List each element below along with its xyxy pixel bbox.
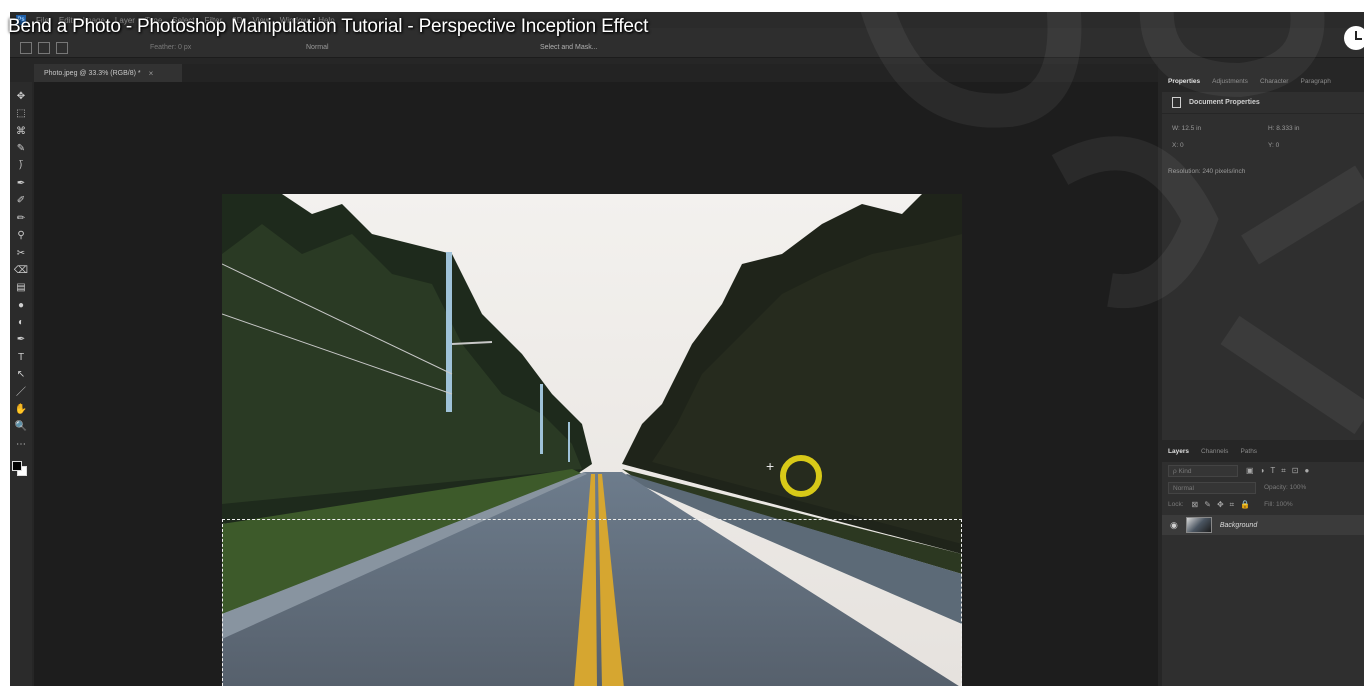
- marquee-tool-icon[interactable]: ⬚: [12, 105, 30, 122]
- size-row: W: 12.5 in H: 8.333 in: [1162, 120, 1364, 137]
- fill-field[interactable]: Fill: 100%: [1264, 501, 1293, 508]
- crop-tool-icon[interactable]: ⟌: [12, 158, 30, 175]
- document-properties-header: Document Properties: [1162, 92, 1364, 114]
- eye-icon[interactable]: ◉: [1170, 520, 1178, 531]
- document-properties-title: Document Properties: [1189, 99, 1260, 106]
- position-row: X: 0 Y: 0: [1162, 137, 1364, 154]
- zoom-tool-icon[interactable]: 🔍: [12, 418, 30, 435]
- more-tools-icon[interactable]: ⋯: [12, 436, 30, 453]
- quick-select-tool-icon[interactable]: ✎: [12, 140, 30, 157]
- stamp-tool-icon[interactable]: ⚲: [12, 227, 30, 244]
- tab-adjustments[interactable]: Adjustments: [1212, 78, 1248, 85]
- color-swatches[interactable]: [12, 457, 30, 481]
- select-and-mask-button[interactable]: Select and Mask...: [540, 44, 598, 51]
- document-tab-bar: Photo.jpeg @ 33.3% (RGB/8) * ×: [34, 64, 1158, 82]
- blur-tool-icon[interactable]: ●: [12, 297, 30, 314]
- tab-paths[interactable]: Paths: [1240, 448, 1257, 455]
- width-value[interactable]: W: 12.5 in: [1172, 125, 1268, 132]
- layer-filter-row: ρ Kind ▣◑T⌗⊡●: [1162, 462, 1364, 479]
- document-tab-label: Photo.jpeg @ 33.3% (RGB/8) *: [44, 69, 141, 77]
- hand-tool-icon[interactable]: ✋: [12, 401, 30, 418]
- healing-tool-icon[interactable]: ✐: [12, 192, 30, 209]
- close-icon[interactable]: ×: [149, 69, 154, 78]
- foreground-color-swatch[interactable]: [12, 461, 22, 472]
- history-brush-tool-icon[interactable]: ✂: [12, 245, 30, 262]
- type-tool-icon[interactable]: T: [12, 349, 30, 366]
- click-indicator: [780, 455, 822, 497]
- video-title: Bend a Photo - Photoshop Manipulation Tu…: [8, 16, 649, 37]
- new-selection-icon[interactable]: [20, 42, 32, 54]
- path-select-tool-icon[interactable]: ↖: [12, 366, 30, 383]
- layers-panel-tabs: Layers Channels Paths: [1162, 440, 1364, 462]
- gradient-tool-icon[interactable]: ▤: [12, 279, 30, 296]
- document-canvas[interactable]: +: [34, 82, 1158, 686]
- tab-channels[interactable]: Channels: [1201, 448, 1228, 455]
- photoshop-window: Ps File Edit Image Layer Type Select Fil…: [10, 12, 1364, 686]
- lasso-tool-icon[interactable]: ⌘: [12, 123, 30, 140]
- crosshair-cursor-icon: +: [766, 458, 775, 474]
- opacity-field[interactable]: Opacity: 100%: [1264, 484, 1306, 491]
- eraser-tool-icon[interactable]: ⌫: [12, 262, 30, 279]
- tab-character[interactable]: Character: [1260, 78, 1289, 85]
- lock-label: Lock:: [1168, 501, 1184, 508]
- blend-mode-select[interactable]: Normal: [1168, 481, 1256, 494]
- style-select[interactable]: Normal: [306, 44, 329, 51]
- y-value[interactable]: Y: 0: [1268, 142, 1364, 149]
- document-tab[interactable]: Photo.jpeg @ 33.3% (RGB/8) * ×: [34, 64, 182, 82]
- layer-filter-icons[interactable]: ▣◑T⌗⊡●: [1246, 466, 1315, 476]
- layer-thumbnail: [1185, 517, 1212, 533]
- move-tool-icon[interactable]: ✥: [12, 88, 30, 105]
- selection-mode-icons: [20, 42, 68, 54]
- layer-kind-filter[interactable]: ρ Kind: [1168, 464, 1238, 477]
- layers-panel: Layers Channels Paths ρ Kind ▣◑T⌗⊡● Norm…: [1162, 440, 1364, 686]
- document-icon: [1172, 97, 1181, 108]
- dodge-tool-icon[interactable]: ◐: [12, 314, 30, 331]
- subtract-selection-icon[interactable]: [56, 42, 68, 54]
- layer-controls: ρ Kind ▣◑T⌗⊡● Normal Opacity: 100% Lock:…: [1162, 462, 1364, 513]
- height-value[interactable]: H: 8.333 in: [1268, 125, 1364, 132]
- add-selection-icon[interactable]: [38, 42, 50, 54]
- selection-marquee[interactable]: [222, 519, 962, 686]
- feather-field[interactable]: Feather: 0 px: [150, 44, 191, 51]
- x-value[interactable]: X: 0: [1172, 142, 1268, 149]
- tab-layers[interactable]: Layers: [1168, 448, 1189, 455]
- tab-properties[interactable]: Properties: [1168, 78, 1200, 85]
- clock-icon[interactable]: [1344, 26, 1364, 50]
- properties-panel: Properties Adjustments Character Paragra…: [1162, 70, 1364, 442]
- lock-icons[interactable]: ⊠✎✥⌗🔒: [1192, 500, 1257, 510]
- line-tool-icon[interactable]: ／: [12, 384, 30, 401]
- tab-paragraph[interactable]: Paragraph: [1300, 78, 1330, 85]
- properties-panel-tabs: Properties Adjustments Character Paragra…: [1162, 70, 1364, 92]
- pen-tool-icon[interactable]: ✒: [12, 331, 30, 348]
- tools-panel: ✥ ⬚ ⌘ ✎ ⟌ ✒ ✐ ✏ ⚲ ✂ ⌫ ▤ ● ◐ ✒ T ↖ ／ ✋ 🔍 …: [10, 82, 32, 686]
- eyedropper-tool-icon[interactable]: ✒: [12, 175, 30, 192]
- blend-row: Normal Opacity: 100%: [1162, 479, 1364, 496]
- resolution-value: Resolution: 240 pixels/inch: [1168, 168, 1246, 175]
- brush-tool-icon[interactable]: ✏: [12, 210, 30, 227]
- layer-name: Background: [1219, 521, 1258, 529]
- layer-item-background[interactable]: ◉ Background: [1162, 515, 1364, 535]
- lock-row: Lock: ⊠✎✥⌗🔒 Fill: 100%: [1162, 496, 1364, 513]
